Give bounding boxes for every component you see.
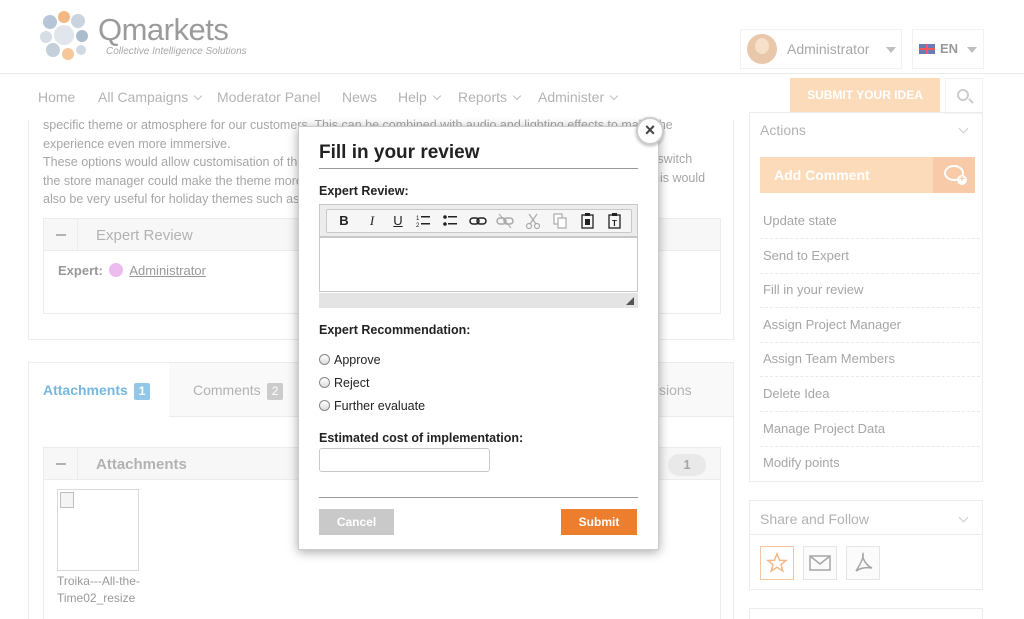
expert-review-label: Expert Review: — [319, 184, 409, 198]
svg-text:T: T — [612, 219, 617, 228]
unlink-icon[interactable] — [495, 212, 515, 230]
recommendation-label: Expert Recommendation: — [319, 323, 471, 337]
radio-button[interactable] — [319, 377, 330, 388]
radio-label: Further evaluate — [334, 399, 426, 413]
numbered-list-icon[interactable]: 12 — [414, 212, 434, 230]
radio-further-evaluate[interactable]: Further evaluate — [319, 399, 425, 413]
expert-review-editor[interactable] — [319, 237, 638, 292]
divider — [319, 497, 638, 498]
divider — [319, 168, 638, 169]
editor-statusbar — [319, 293, 638, 308]
radio-label: Reject — [334, 376, 370, 390]
cancel-button[interactable]: Cancel — [319, 509, 394, 535]
bulleted-list-icon[interactable] — [441, 212, 461, 230]
cost-label: Estimated cost of implementation: — [319, 431, 524, 445]
underline-button[interactable]: U — [388, 212, 408, 230]
radio-reject[interactable]: Reject — [319, 376, 369, 390]
toolbar-group: B I U 12 T — [326, 209, 632, 233]
paste-icon[interactable] — [578, 212, 598, 230]
radio-label: Approve — [334, 353, 381, 367]
resize-handle-icon[interactable] — [626, 297, 634, 305]
svg-text:2: 2 — [416, 223, 420, 229]
paste-text-icon[interactable]: T — [605, 212, 625, 230]
radio-button[interactable] — [319, 354, 330, 365]
radio-approve[interactable]: Approve — [319, 353, 381, 367]
link-icon[interactable] — [468, 212, 488, 230]
editor-toolbar: B I U 12 T — [319, 204, 638, 237]
review-dialog: Fill in your review Expert Review: B I U… — [298, 126, 659, 550]
bold-button[interactable]: B — [334, 212, 354, 230]
cost-input[interactable] — [319, 448, 490, 472]
close-icon[interactable]: × — [636, 117, 664, 145]
dialog-title: Fill in your review — [319, 142, 480, 163]
submit-button[interactable]: Submit — [561, 509, 637, 535]
radio-button[interactable] — [319, 400, 330, 411]
cut-icon[interactable] — [523, 212, 543, 230]
italic-button[interactable]: I — [362, 212, 382, 230]
copy-icon[interactable] — [550, 212, 570, 230]
svg-text:1: 1 — [416, 216, 420, 222]
